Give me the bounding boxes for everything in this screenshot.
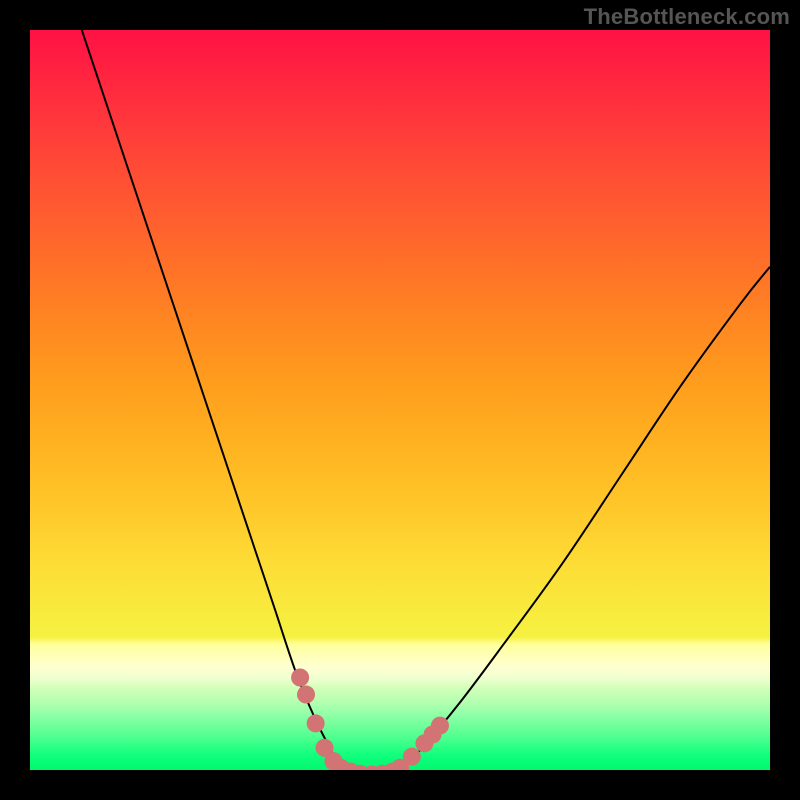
marker-dot — [403, 748, 421, 766]
chart-markers-layer — [30, 30, 770, 770]
watermark-text: TheBottleneck.com — [584, 4, 790, 30]
marker-dot — [307, 714, 325, 732]
marker-dot — [291, 669, 309, 687]
marker-dot — [297, 686, 315, 704]
marker-dot — [431, 717, 449, 735]
chart-frame: TheBottleneck.com — [0, 0, 800, 800]
